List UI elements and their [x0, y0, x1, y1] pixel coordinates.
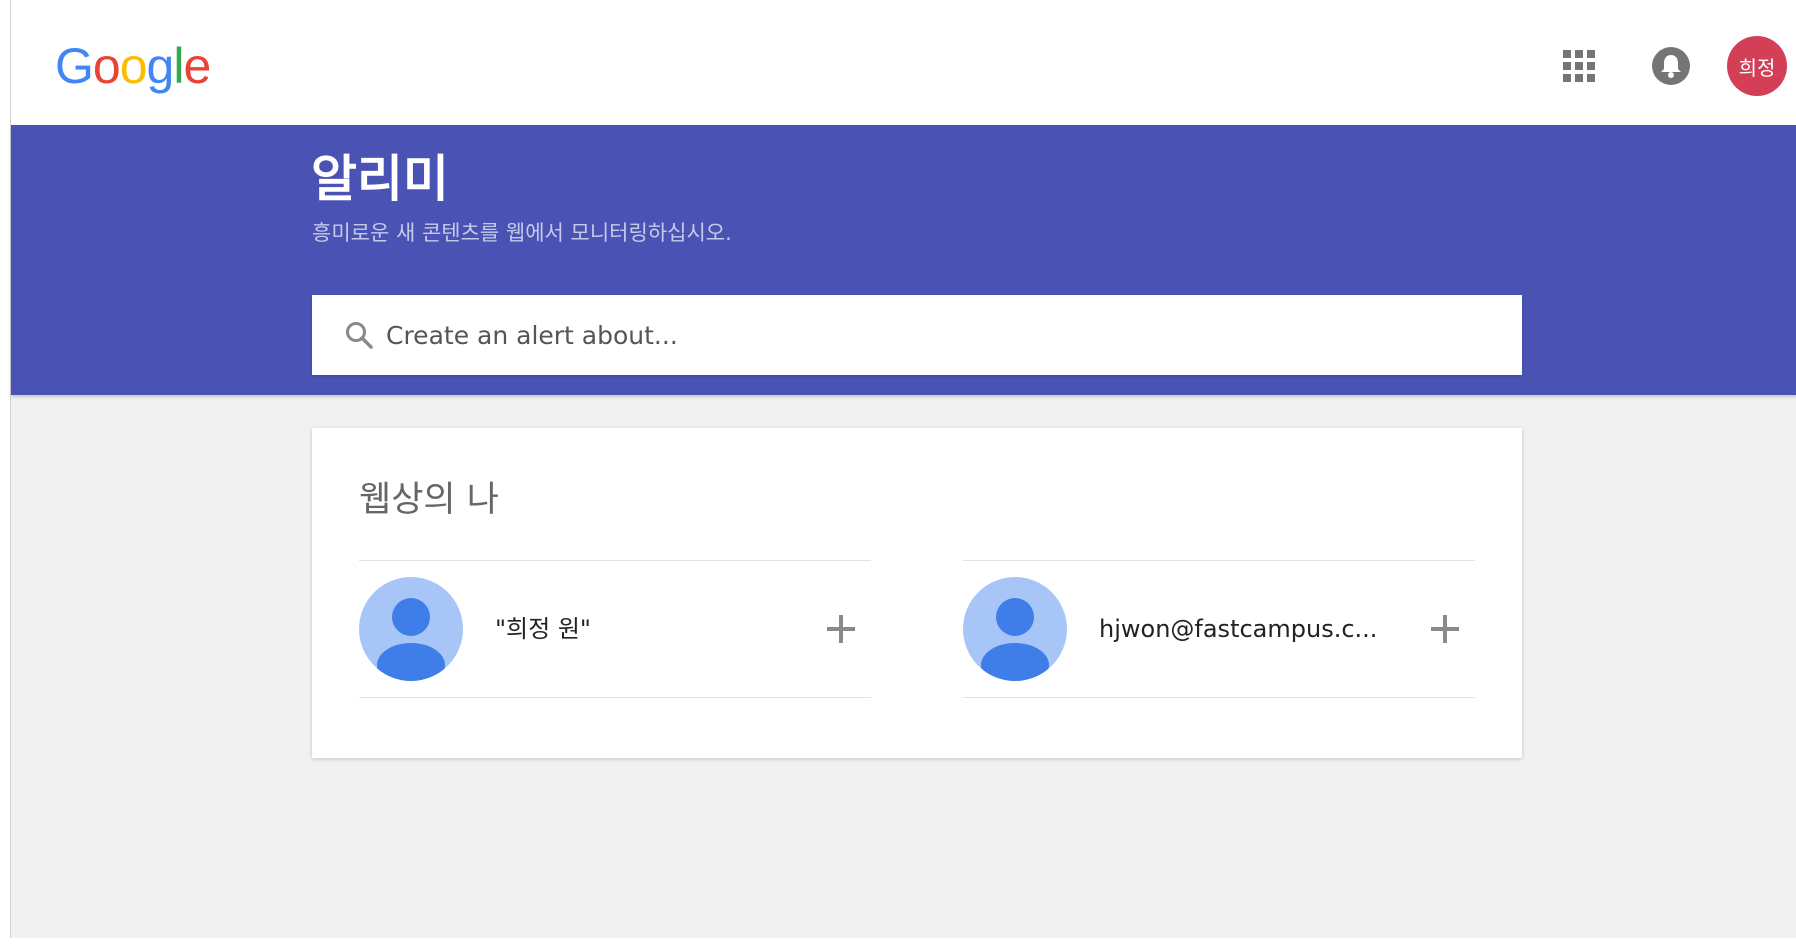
plus-icon	[1431, 615, 1459, 643]
page-subtitle: 흥미로운 새 콘텐츠를 웹에서 모니터링하십시오.	[312, 221, 732, 245]
list-item: "희정 원"	[359, 560, 871, 698]
alert-suggestion-label: hjwon@fastcampus.c...	[1099, 615, 1378, 643]
bell-icon[interactable]	[1651, 46, 1691, 86]
person-avatar-icon	[963, 577, 1067, 681]
plus-icon	[827, 615, 855, 643]
logo-letter: e	[183, 38, 211, 94]
alert-suggestion-label: "희정 원"	[495, 615, 591, 643]
logo-letter: g	[146, 38, 175, 94]
logo-letter: o	[92, 38, 121, 94]
add-alert-button[interactable]	[1423, 607, 1467, 651]
app-frame: Google 희정 알리미 흥미로운 새 콘텐츠를 웹에서 모니터링하십시오.	[10, 0, 1796, 947]
logo-letter: o	[119, 38, 148, 94]
top-bar: Google 희정	[11, 0, 1796, 125]
alert-search-box[interactable]	[312, 295, 1522, 375]
alerts-banner: 알리미 흥미로운 새 콘텐츠를 웹에서 모니터링하십시오.	[11, 125, 1796, 395]
card-title: 웹상의 나	[359, 480, 499, 520]
list-item: hjwon@fastcampus.c...	[963, 560, 1475, 698]
search-icon	[344, 320, 374, 350]
google-logo[interactable]: Google	[55, 36, 211, 96]
account-avatar[interactable]: 희정	[1727, 36, 1787, 96]
alert-search-input[interactable]	[386, 295, 1522, 375]
add-alert-button[interactable]	[819, 607, 863, 651]
logo-letter: l	[173, 38, 184, 94]
logo-letter: G	[55, 38, 94, 94]
apps-grid-icon[interactable]	[1563, 50, 1595, 82]
page-title: 알리미	[311, 150, 449, 208]
bottom-strip	[0, 938, 1796, 947]
me-on-web-card: 웹상의 나 "희정 원" hjwon@fastcampus.c...	[312, 428, 1522, 758]
person-avatar-icon	[359, 577, 463, 681]
